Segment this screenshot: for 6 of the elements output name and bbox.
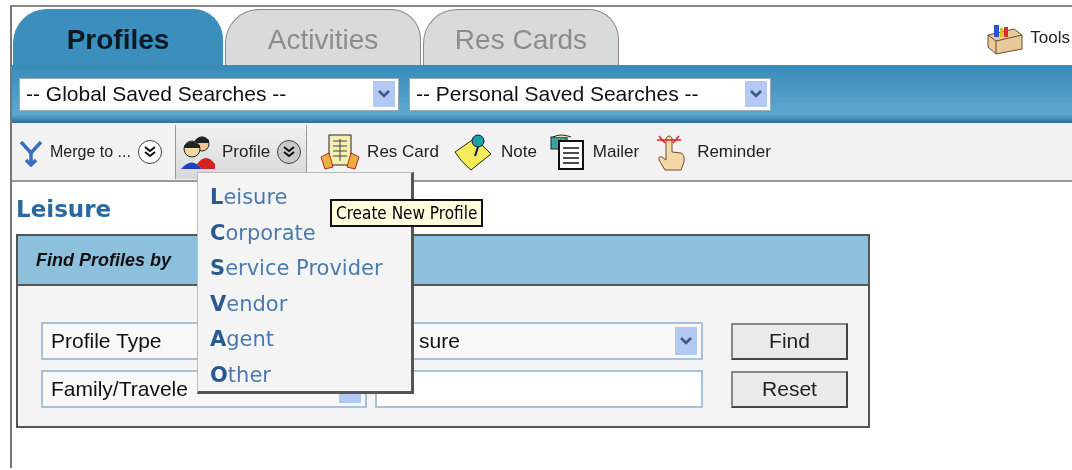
panel-title: Find Profiles by: [36, 249, 172, 271]
select-value: sure: [418, 329, 460, 353]
section-heading: Leisure: [16, 196, 112, 222]
select-value: Profile Type: [51, 329, 162, 353]
select-value: Family/Travele: [51, 377, 188, 401]
tooltip: Create New Profile: [330, 199, 484, 227]
